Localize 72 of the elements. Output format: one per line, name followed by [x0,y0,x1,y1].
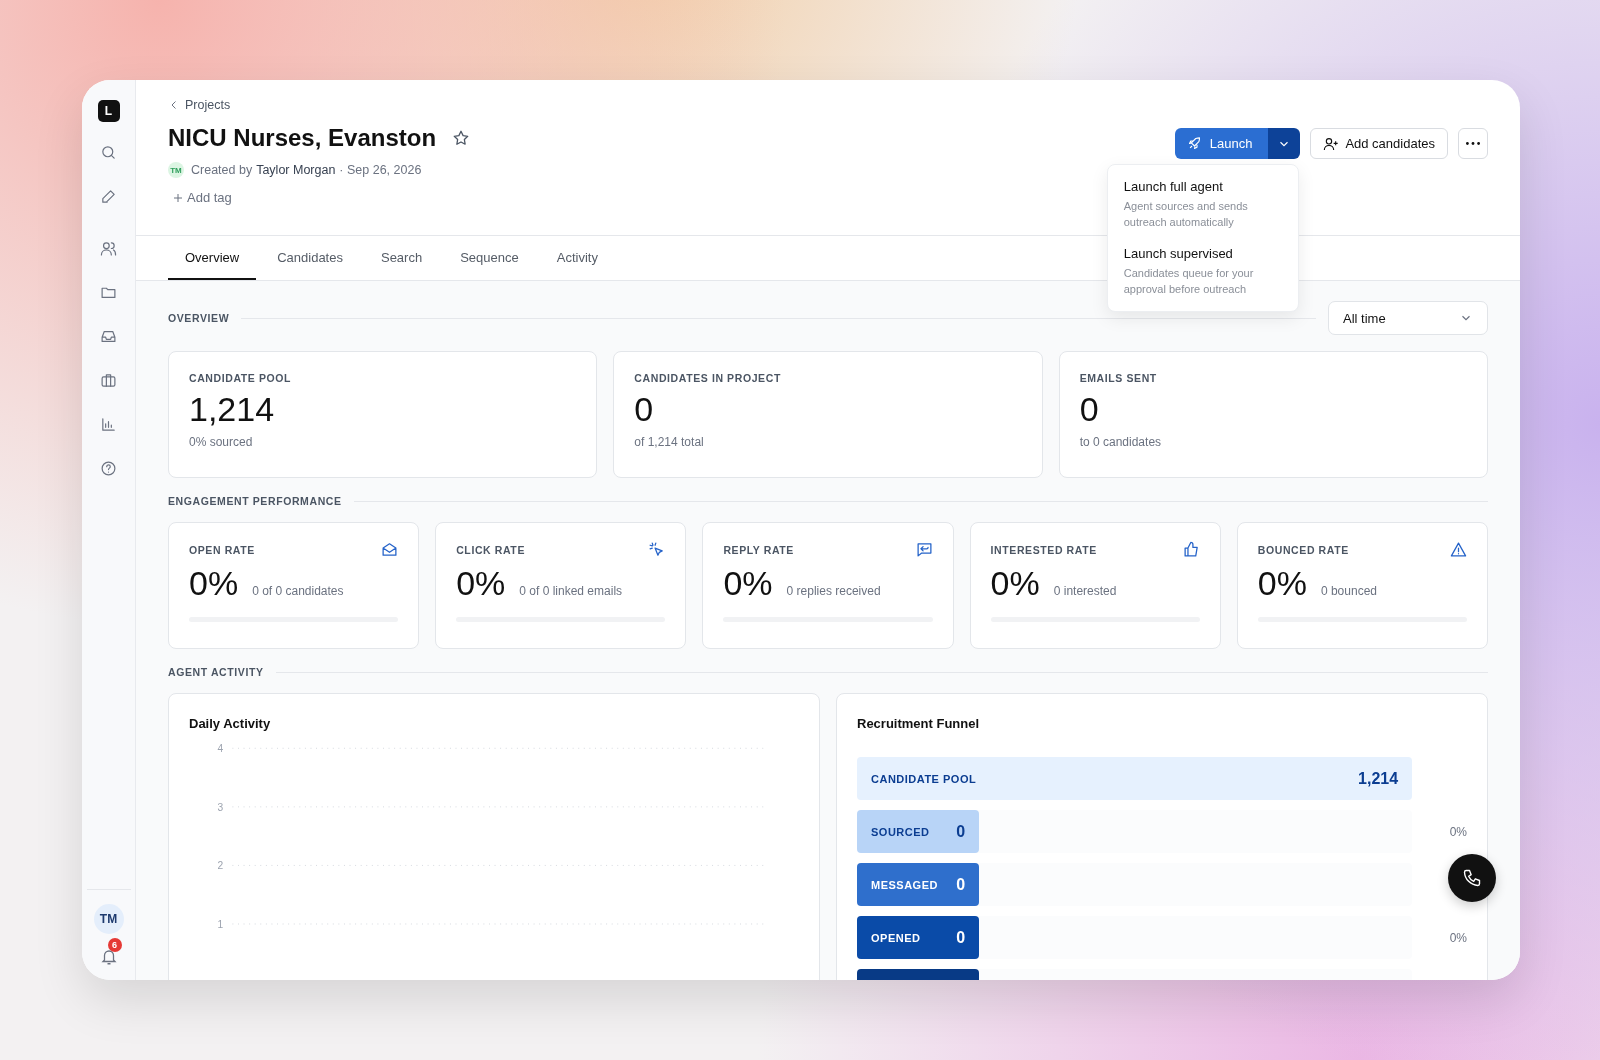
chart-title: Daily Activity [189,716,271,731]
thumbs-up-icon [1182,541,1200,558]
rocket-icon [1186,136,1202,151]
creator-avatar: TM [168,162,184,178]
period-select[interactable]: All time [1328,301,1488,335]
star-icon[interactable] [452,129,471,147]
created-date: · Sep 26, 2026 [339,163,422,177]
stat-label: CANDIDATES IN PROJECT [634,372,781,384]
warning-icon [1450,541,1467,558]
rate-label: REPLY RATE [723,543,794,556]
rate-note: 0 bounced [1320,584,1377,598]
funnel-percentage: 0% [1449,824,1467,839]
stat-note: of 1,214 total [634,435,704,449]
funnel-bar: MESSAGED 0 [857,863,980,906]
funnel-bar: OPENED 0 [857,916,980,959]
axis-tick-label: 3 [217,801,224,813]
logo[interactable]: L [97,100,120,122]
stat-note: to 0 candidates [1079,435,1162,449]
rate-label: INTERESTED RATE [990,543,1097,556]
plus-icon [172,191,184,204]
section-label: AGENT ACTIVITY [168,666,264,678]
rate-value: 0% [189,564,239,603]
launch-button[interactable]: Launch [1174,128,1269,159]
created-by-text: Created by [191,163,253,177]
more-icon [1466,142,1480,145]
rate-value: 0% [1257,564,1307,603]
project-title: NICU Nurses, Evanston [168,124,437,152]
envelope-icon [381,541,399,558]
stat-note: 0% sourced [189,435,253,449]
rate-label: OPEN RATE [189,543,255,556]
cursor-click-icon [648,541,666,558]
stat-value: 1,214 [189,390,275,429]
rate-value: 0% [723,564,773,603]
rate-value: 0% [456,564,506,603]
stat-label: EMAILS SENT [1079,372,1157,384]
menu-item[interactable]: Launch supervised Candidates queue for your approval before outreach [1107,238,1298,305]
tab[interactable]: Search [363,236,440,280]
add-tag-button[interactable]: Add tag [168,190,236,205]
stat-value: 0 [634,390,654,429]
creator-name: Taylor Morgan [256,163,336,177]
rate-note: 0 replies received [786,584,881,598]
section-label: ENGAGEMENT PERFORMANCE [168,495,342,507]
axis-tick-label: 2 [217,860,224,872]
bell-icon[interactable] [99,948,118,966]
funnel-percentage: 0% [1449,930,1467,945]
rate-note: 0 of 0 candidates [252,584,344,598]
axis-tick-label: 4 [217,743,224,754]
rate-label: CLICK RATE [456,543,525,556]
tab[interactable]: Activity [539,236,615,280]
tab[interactable]: Candidates [260,236,360,280]
rate-value: 0% [990,564,1040,603]
tab[interactable]: Sequence [443,236,536,280]
stat-label: CANDIDATE POOL [189,372,292,384]
funnel-bar: CANDIDATE POOL 1,214 [857,757,1413,800]
rate-note: 0 of 0 linked emails [519,584,623,598]
axis-tick-label: 1 [217,918,224,930]
chart-title: Recruitment Funnel [857,716,980,731]
funnel-bar: SOURCED 0 [857,810,980,853]
menu-item[interactable]: Launch full agent Agent sources and sends outreach automatically [1107,171,1298,238]
rate-label: BOUNCED RATE [1257,543,1349,556]
more-button[interactable] [1458,128,1488,159]
reply-message-icon [915,541,933,558]
notification-badge: 6 [107,938,122,952]
rate-note: 0 interested [1053,584,1117,598]
add-user-icon [1323,135,1340,152]
phone-icon [1462,868,1482,888]
user-avatar[interactable]: TM [93,904,124,934]
launch-options-button[interactable] [1268,128,1301,159]
back-link[interactable]: Projects [168,98,231,112]
add-candidates-button[interactable]: Add candidates [1310,128,1448,159]
stat-value: 0 [1079,390,1099,429]
section-label: OVERVIEW [168,312,230,324]
